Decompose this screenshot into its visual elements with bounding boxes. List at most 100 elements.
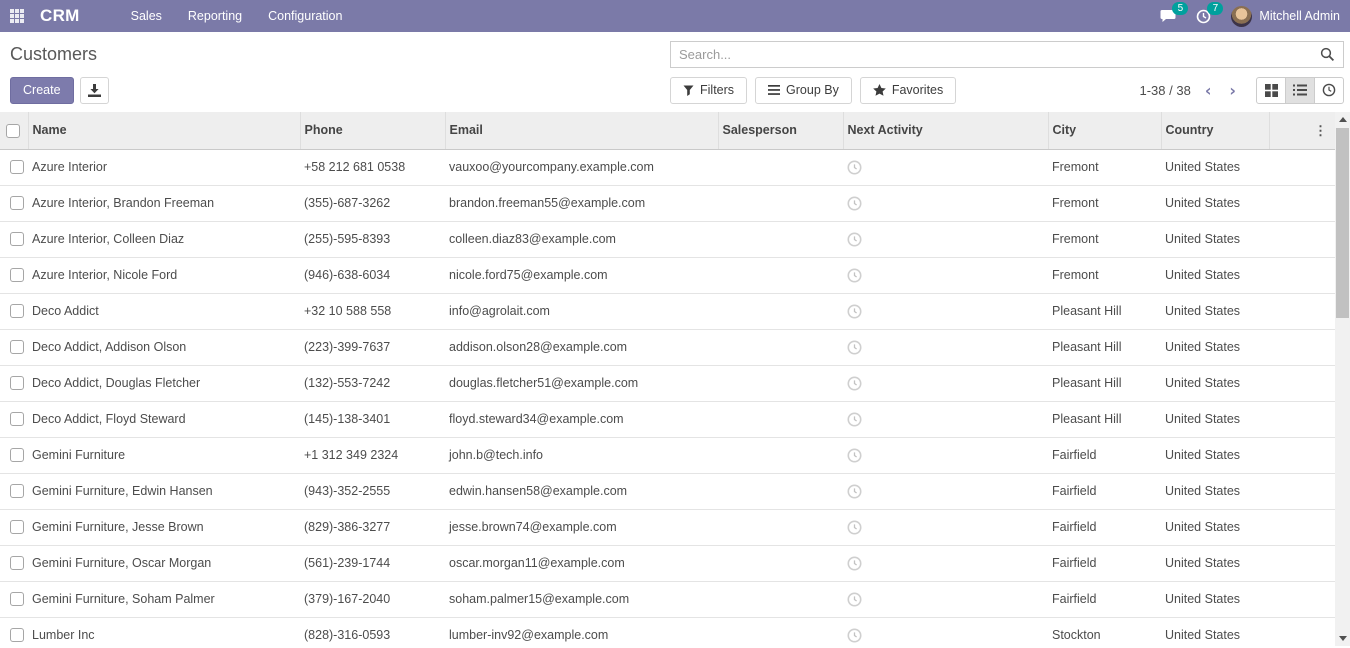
pager-previous-button[interactable]: ‹: [1201, 81, 1216, 100]
cell-name: Deco Addict, Floyd Steward: [28, 401, 300, 437]
next-activity-clock-icon[interactable]: [847, 412, 1040, 427]
next-activity-clock-icon[interactable]: [847, 484, 1040, 499]
row-checkbox[interactable]: [10, 556, 24, 570]
table-row[interactable]: Lumber Inc (828)-316-0593 lumber-inv92@e…: [0, 617, 1335, 648]
row-checkbox-cell[interactable]: [0, 185, 28, 221]
row-checkbox[interactable]: [10, 340, 24, 354]
row-checkbox[interactable]: [10, 448, 24, 462]
search-icon[interactable]: [1320, 47, 1335, 62]
activity-view-button[interactable]: [1314, 77, 1344, 104]
row-checkbox-cell[interactable]: [0, 545, 28, 581]
column-header-next-activity[interactable]: Next Activity: [843, 112, 1048, 149]
vertical-scrollbar[interactable]: [1335, 112, 1350, 646]
menu-configuration[interactable]: Configuration: [257, 0, 353, 32]
cell-next-activity: [843, 545, 1048, 581]
next-activity-clock-icon[interactable]: [847, 448, 1040, 463]
row-checkbox-cell[interactable]: [0, 257, 28, 293]
cell-next-activity: [843, 149, 1048, 185]
scrollbar-thumb[interactable]: [1336, 128, 1349, 318]
row-checkbox-cell[interactable]: [0, 365, 28, 401]
table-row[interactable]: Deco Addict, Addison Olson (223)-399-763…: [0, 329, 1335, 365]
list-view-button[interactable]: [1285, 77, 1315, 104]
next-activity-clock-icon[interactable]: [847, 196, 1040, 211]
messages-button[interactable]: 5: [1160, 9, 1176, 23]
search-input[interactable]: [671, 42, 1343, 67]
cell-phone: (132)-553-7242: [300, 365, 445, 401]
menu-reporting[interactable]: Reporting: [177, 0, 253, 32]
row-checkbox[interactable]: [10, 160, 24, 174]
cell-salesperson: [718, 581, 843, 617]
cell-salesperson: [718, 509, 843, 545]
column-header-phone[interactable]: Phone: [300, 112, 445, 149]
row-checkbox[interactable]: [10, 232, 24, 246]
row-checkbox-cell[interactable]: [0, 221, 28, 257]
row-checkbox[interactable]: [10, 268, 24, 282]
column-header-city[interactable]: City: [1048, 112, 1161, 149]
activities-button[interactable]: 7: [1196, 9, 1211, 24]
table-row[interactable]: Azure Interior, Colleen Diaz (255)-595-8…: [0, 221, 1335, 257]
next-activity-clock-icon[interactable]: [847, 592, 1040, 607]
table-row[interactable]: Deco Addict, Douglas Fletcher (132)-553-…: [0, 365, 1335, 401]
column-header-options: ⋮: [1269, 112, 1335, 149]
next-activity-clock-icon[interactable]: [847, 340, 1040, 355]
row-checkbox[interactable]: [10, 412, 24, 426]
table-row[interactable]: Azure Interior +58 212 681 0538 vauxoo@y…: [0, 149, 1335, 185]
scrollbar-up-arrow[interactable]: [1335, 112, 1350, 127]
next-activity-clock-icon[interactable]: [847, 556, 1040, 571]
select-all-checkbox-cell[interactable]: [0, 112, 28, 149]
next-activity-clock-icon[interactable]: [847, 268, 1040, 283]
pager-next-button[interactable]: ›: [1225, 81, 1240, 100]
row-checkbox-cell[interactable]: [0, 329, 28, 365]
table-row[interactable]: Gemini Furniture, Jesse Brown (829)-386-…: [0, 509, 1335, 545]
create-button[interactable]: Create: [10, 77, 74, 104]
kanban-view-button[interactable]: [1256, 77, 1286, 104]
table-row[interactable]: Azure Interior, Brandon Freeman (355)-68…: [0, 185, 1335, 221]
table-row[interactable]: Deco Addict +32 10 588 558 info@agrolait…: [0, 293, 1335, 329]
optional-columns-icon[interactable]: ⋮: [1314, 124, 1327, 137]
select-all-checkbox[interactable]: [6, 124, 20, 138]
table-row[interactable]: Deco Addict, Floyd Steward (145)-138-340…: [0, 401, 1335, 437]
row-checkbox-cell[interactable]: [0, 149, 28, 185]
table-row[interactable]: Gemini Furniture +1 312 349 2324 john.b@…: [0, 437, 1335, 473]
filters-button[interactable]: Filters: [670, 77, 747, 104]
cell-phone: (355)-687-3262: [300, 185, 445, 221]
column-header-email[interactable]: Email: [445, 112, 718, 149]
row-checkbox[interactable]: [10, 304, 24, 318]
favorites-button[interactable]: Favorites: [860, 77, 956, 104]
table-row[interactable]: Gemini Furniture, Oscar Morgan (561)-239…: [0, 545, 1335, 581]
next-activity-clock-icon[interactable]: [847, 232, 1040, 247]
row-checkbox-cell[interactable]: [0, 617, 28, 648]
row-checkbox[interactable]: [10, 592, 24, 606]
column-header-name[interactable]: Name: [28, 112, 300, 149]
table-row[interactable]: Gemini Furniture, Soham Palmer (379)-167…: [0, 581, 1335, 617]
cell-name: Deco Addict, Addison Olson: [28, 329, 300, 365]
scrollbar-down-arrow[interactable]: [1335, 631, 1350, 646]
apps-menu-icon[interactable]: [10, 9, 26, 23]
column-header-country[interactable]: Country: [1161, 112, 1269, 149]
table-row[interactable]: Azure Interior, Nicole Ford (946)-638-60…: [0, 257, 1335, 293]
row-checkbox-cell[interactable]: [0, 581, 28, 617]
table-row[interactable]: Gemini Furniture, Edwin Hansen (943)-352…: [0, 473, 1335, 509]
row-checkbox[interactable]: [10, 628, 24, 642]
next-activity-clock-icon[interactable]: [847, 520, 1040, 535]
row-checkbox-cell[interactable]: [0, 401, 28, 437]
next-activity-clock-icon[interactable]: [847, 376, 1040, 391]
row-checkbox[interactable]: [10, 520, 24, 534]
control-panel: Customers Create: [0, 32, 1350, 112]
column-header-salesperson[interactable]: Salesperson: [718, 112, 843, 149]
group-by-button[interactable]: Group By: [755, 77, 852, 104]
next-activity-clock-icon[interactable]: [847, 304, 1040, 319]
row-checkbox-cell[interactable]: [0, 473, 28, 509]
next-activity-clock-icon[interactable]: [847, 628, 1040, 643]
row-checkbox[interactable]: [10, 376, 24, 390]
export-button[interactable]: [80, 77, 109, 104]
row-checkbox-cell[interactable]: [0, 293, 28, 329]
menu-sales[interactable]: Sales: [120, 0, 173, 32]
user-menu[interactable]: Mitchell Admin: [1231, 6, 1340, 27]
row-checkbox-cell[interactable]: [0, 437, 28, 473]
next-activity-clock-icon[interactable]: [847, 160, 1040, 175]
row-checkbox[interactable]: [10, 484, 24, 498]
row-checkbox[interactable]: [10, 196, 24, 210]
app-brand[interactable]: CRM: [40, 6, 80, 26]
row-checkbox-cell[interactable]: [0, 509, 28, 545]
